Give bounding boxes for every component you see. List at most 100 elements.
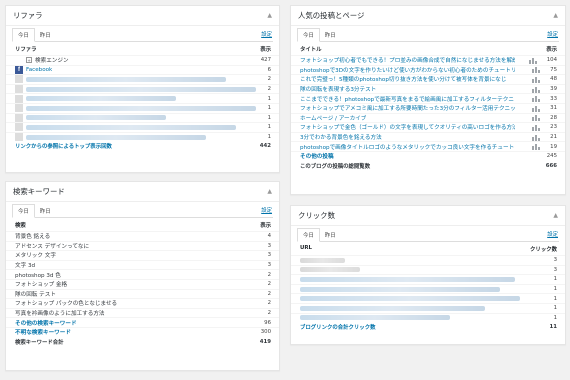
tab-today[interactable]: 今日 <box>12 204 35 218</box>
row-count: 1 <box>553 314 557 321</box>
redacted-link[interactable] <box>26 105 256 111</box>
row-count: 28 <box>550 114 557 121</box>
row-count: 2 <box>267 271 271 278</box>
keyword-label: メタリック 文字 <box>15 253 56 260</box>
stats-chart-icon[interactable] <box>532 95 541 103</box>
row-count: 1 <box>553 295 557 302</box>
clicks-panel: クリック数 ▲ 今日 昨日 設定 URL クリック数 3 3 1 1 1 1 1… <box>290 205 566 345</box>
redacted-link[interactable] <box>26 96 176 102</box>
row-count: 96 <box>264 319 271 326</box>
keyword-label: フォトショップ 金格 <box>15 282 68 289</box>
table-row: 文字 3d 3 <box>6 259 279 270</box>
post-title-link[interactable]: フォトショップでアメコミ風に加工する所要時間たった3分のフィルター活用テクニック <box>300 104 515 112</box>
row-count: 1 <box>553 276 557 283</box>
row-count: 19 <box>550 143 557 150</box>
redacted-link[interactable] <box>26 115 166 121</box>
redacted-url[interactable] <box>300 315 450 321</box>
row-count: 1 <box>267 114 271 121</box>
redacted-url[interactable] <box>300 267 360 273</box>
column-url: URL <box>300 245 312 251</box>
tab-today[interactable]: 今日 <box>297 228 320 242</box>
table-row: 3 <box>291 255 565 265</box>
collapse-toggle-icon[interactable]: ▲ <box>553 12 558 19</box>
other-keywords-row: その他の検索キーワード 96 <box>6 317 279 327</box>
row-count: 21 <box>550 134 557 141</box>
row-count: 1 <box>553 305 557 312</box>
favicon-icon <box>15 104 23 113</box>
row-count: 4 <box>267 233 271 240</box>
row-count: 300 <box>260 329 271 336</box>
redacted-url[interactable] <box>300 305 485 311</box>
stats-chart-icon[interactable] <box>532 105 541 112</box>
tab-yesterday[interactable]: 昨日 <box>35 29 56 41</box>
table-row: フォトショップ 金格 2 <box>6 278 279 289</box>
post-title-link[interactable]: フォトショップで金色（ゴールド）の文字を表現してクオリティの高いロゴを作る方法 <box>300 123 515 131</box>
post-title-link[interactable]: フォトショップ初心者でもできる！プロ並みの画像合成で自然になじませる方法を解説 <box>300 56 515 64</box>
unknown-keywords-link[interactable]: 不明な検索キーワード <box>15 328 71 336</box>
redacted-link[interactable] <box>26 124 236 130</box>
tab-yesterday[interactable]: 昨日 <box>320 229 341 241</box>
total-label[interactable]: リンクからの参照によるトップ表示回数 <box>15 142 112 150</box>
row-count: 2 <box>267 290 271 297</box>
column-views: 表示 <box>260 223 271 229</box>
settings-link[interactable]: 設定 <box>261 206 272 214</box>
post-title-link[interactable]: 3分でわかる背景色を銘える方法 <box>300 133 382 141</box>
redacted-url[interactable] <box>300 286 500 292</box>
column-title: タイトル <box>300 47 322 53</box>
other-posts-link[interactable]: その他の投稿 <box>300 152 334 160</box>
row-label[interactable]: Facebook <box>26 67 52 73</box>
post-title-link[interactable]: 隊の回転を表現する3分テスト <box>300 85 376 93</box>
favicon-icon <box>15 75 23 84</box>
redacted-url[interactable] <box>300 257 345 263</box>
keyword-label: アドセンス デザインってなに <box>15 243 90 250</box>
panel-header: 人気の投稿とページ ▲ <box>291 6 565 26</box>
stats-chart-icon[interactable] <box>528 57 537 64</box>
settings-link[interactable]: 設定 <box>547 230 558 238</box>
settings-link[interactable]: 設定 <box>547 30 558 38</box>
post-title-link[interactable]: ホームページ / アーカイブ <box>300 114 366 122</box>
stats-chart-icon[interactable] <box>532 124 541 131</box>
stats-chart-icon[interactable] <box>532 76 541 83</box>
redacted-url[interactable] <box>300 276 515 282</box>
stats-chart-icon[interactable] <box>532 143 541 151</box>
post-title-link[interactable]: photoshopで画像タイトルロゴのようなメタリックでカッコ良い文字を作るチュ… <box>300 143 515 151</box>
row-count: 1 <box>267 124 271 131</box>
stats-chart-icon[interactable] <box>532 66 541 74</box>
tab-today[interactable]: 今日 <box>297 28 320 42</box>
settings-link[interactable]: 設定 <box>261 30 272 38</box>
favicon-icon <box>15 85 23 94</box>
stats-chart-icon[interactable] <box>532 134 541 141</box>
other-keywords-link[interactable]: その他の検索キーワード <box>15 319 77 327</box>
table-row: 写真を衿画像のように加工する方法 2 <box>6 307 279 318</box>
total-label: このブログの投稿の総閲覧数 <box>300 163 371 170</box>
search-engine-icon[interactable]: + <box>26 57 32 64</box>
post-title-link[interactable]: これで完璧っ！5種類のphotoshop切り抜き方法を使い分けて被写体を背景にな… <box>300 75 506 83</box>
stats-chart-icon[interactable] <box>532 114 541 122</box>
collapse-toggle-icon[interactable]: ▲ <box>553 212 558 219</box>
keyword-label: 隊の回転 テスト <box>15 291 56 298</box>
table-row: 1 <box>6 93 279 103</box>
post-title-link[interactable]: photoshopで3Dの文字を作りたいけど使い方がわからない初心者のためのチュ… <box>300 66 515 74</box>
table-row: f Facebook 6 <box>6 64 279 75</box>
row-count: 75 <box>550 66 557 73</box>
tab-yesterday[interactable]: 昨日 <box>320 29 341 41</box>
table-row: + 検索エンジン 427 <box>6 55 279 65</box>
redacted-link[interactable] <box>26 76 226 82</box>
row-count: 245 <box>546 153 557 160</box>
row-label[interactable]: 検索エンジン <box>35 56 69 64</box>
column-views: 表示 <box>546 47 557 53</box>
redacted-link[interactable] <box>26 134 206 140</box>
table-row: 1 <box>6 131 279 142</box>
tab-today[interactable]: 今日 <box>12 28 35 42</box>
column-header: リファラ 表示 <box>6 42 279 55</box>
tab-yesterday[interactable]: 昨日 <box>35 205 56 217</box>
total-label[interactable]: ブログリンクの合計クリック数 <box>300 323 375 331</box>
redacted-url[interactable] <box>300 296 520 302</box>
table-row: これで完璧っ！5種類のphotoshop切り抜き方法を使い分けて被写体を背景にな… <box>291 74 565 84</box>
post-title-link[interactable]: ここまでできる！photoshopで最新写真をまるで絵画風に加工するフィルターテ… <box>300 95 514 103</box>
redacted-link[interactable] <box>26 86 256 92</box>
row-count: 3 <box>553 257 557 264</box>
collapse-toggle-icon[interactable]: ▲ <box>267 188 272 195</box>
collapse-toggle-icon[interactable]: ▲ <box>267 12 272 19</box>
stats-chart-icon[interactable] <box>532 86 541 93</box>
